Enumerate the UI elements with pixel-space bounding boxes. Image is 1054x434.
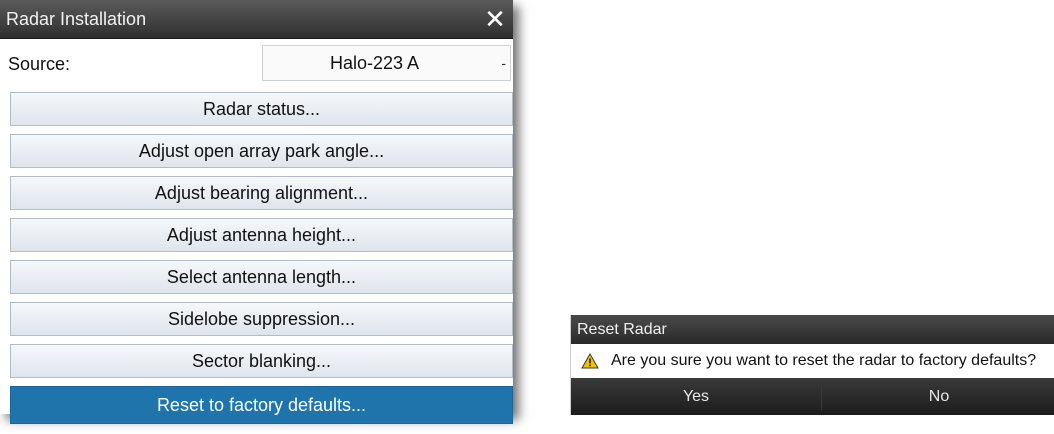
reset-factory-defaults-button[interactable]: Reset to factory defaults... — [10, 386, 513, 424]
source-row: Source: Halo-223 A - — [0, 43, 513, 85]
radar-status-button[interactable]: Radar status... — [10, 92, 513, 126]
reset-message-text: Are you sure you want to reset the radar… — [611, 352, 1037, 369]
yes-button[interactable]: Yes — [571, 378, 821, 415]
dialog-title: Radar Installation — [6, 9, 147, 29]
source-dropdown[interactable]: Halo-223 A - — [262, 45, 511, 81]
sector-blanking-button[interactable]: Sector blanking... — [10, 344, 513, 378]
button-divider — [821, 386, 822, 410]
radar-installation-dialog: Radar Installation ✕ Source: Halo-223 A … — [0, 0, 513, 424]
adjust-antenna-height-button[interactable]: Adjust antenna height... — [10, 218, 513, 252]
source-value: Halo-223 A — [329, 53, 420, 73]
installation-menu: Radar status... Adjust open array park a… — [10, 92, 513, 424]
dialog-title-bar: Radar Installation ✕ — [0, 0, 513, 39]
dropdown-caret-icon: - — [501, 55, 506, 71]
no-button[interactable]: No — [823, 378, 1054, 415]
reset-radar-dialog: Reset Radar Are you sure you want to res… — [570, 315, 1054, 415]
source-label: Source: — [8, 54, 71, 74]
select-antenna-length-button[interactable]: Select antenna length... — [10, 260, 513, 294]
reset-dialog-title: Reset Radar — [571, 315, 1054, 344]
reset-dialog-actions: Yes No — [571, 378, 1054, 415]
close-icon[interactable]: ✕ — [481, 4, 509, 34]
sidelobe-suppression-button[interactable]: Sidelobe suppression... — [10, 302, 513, 336]
warning-icon — [581, 353, 599, 369]
adjust-park-angle-button[interactable]: Adjust open array park angle... — [10, 134, 513, 168]
reset-message-row: Are you sure you want to reset the radar… — [571, 344, 1054, 378]
adjust-bearing-alignment-button[interactable]: Adjust bearing alignment... — [10, 176, 513, 210]
